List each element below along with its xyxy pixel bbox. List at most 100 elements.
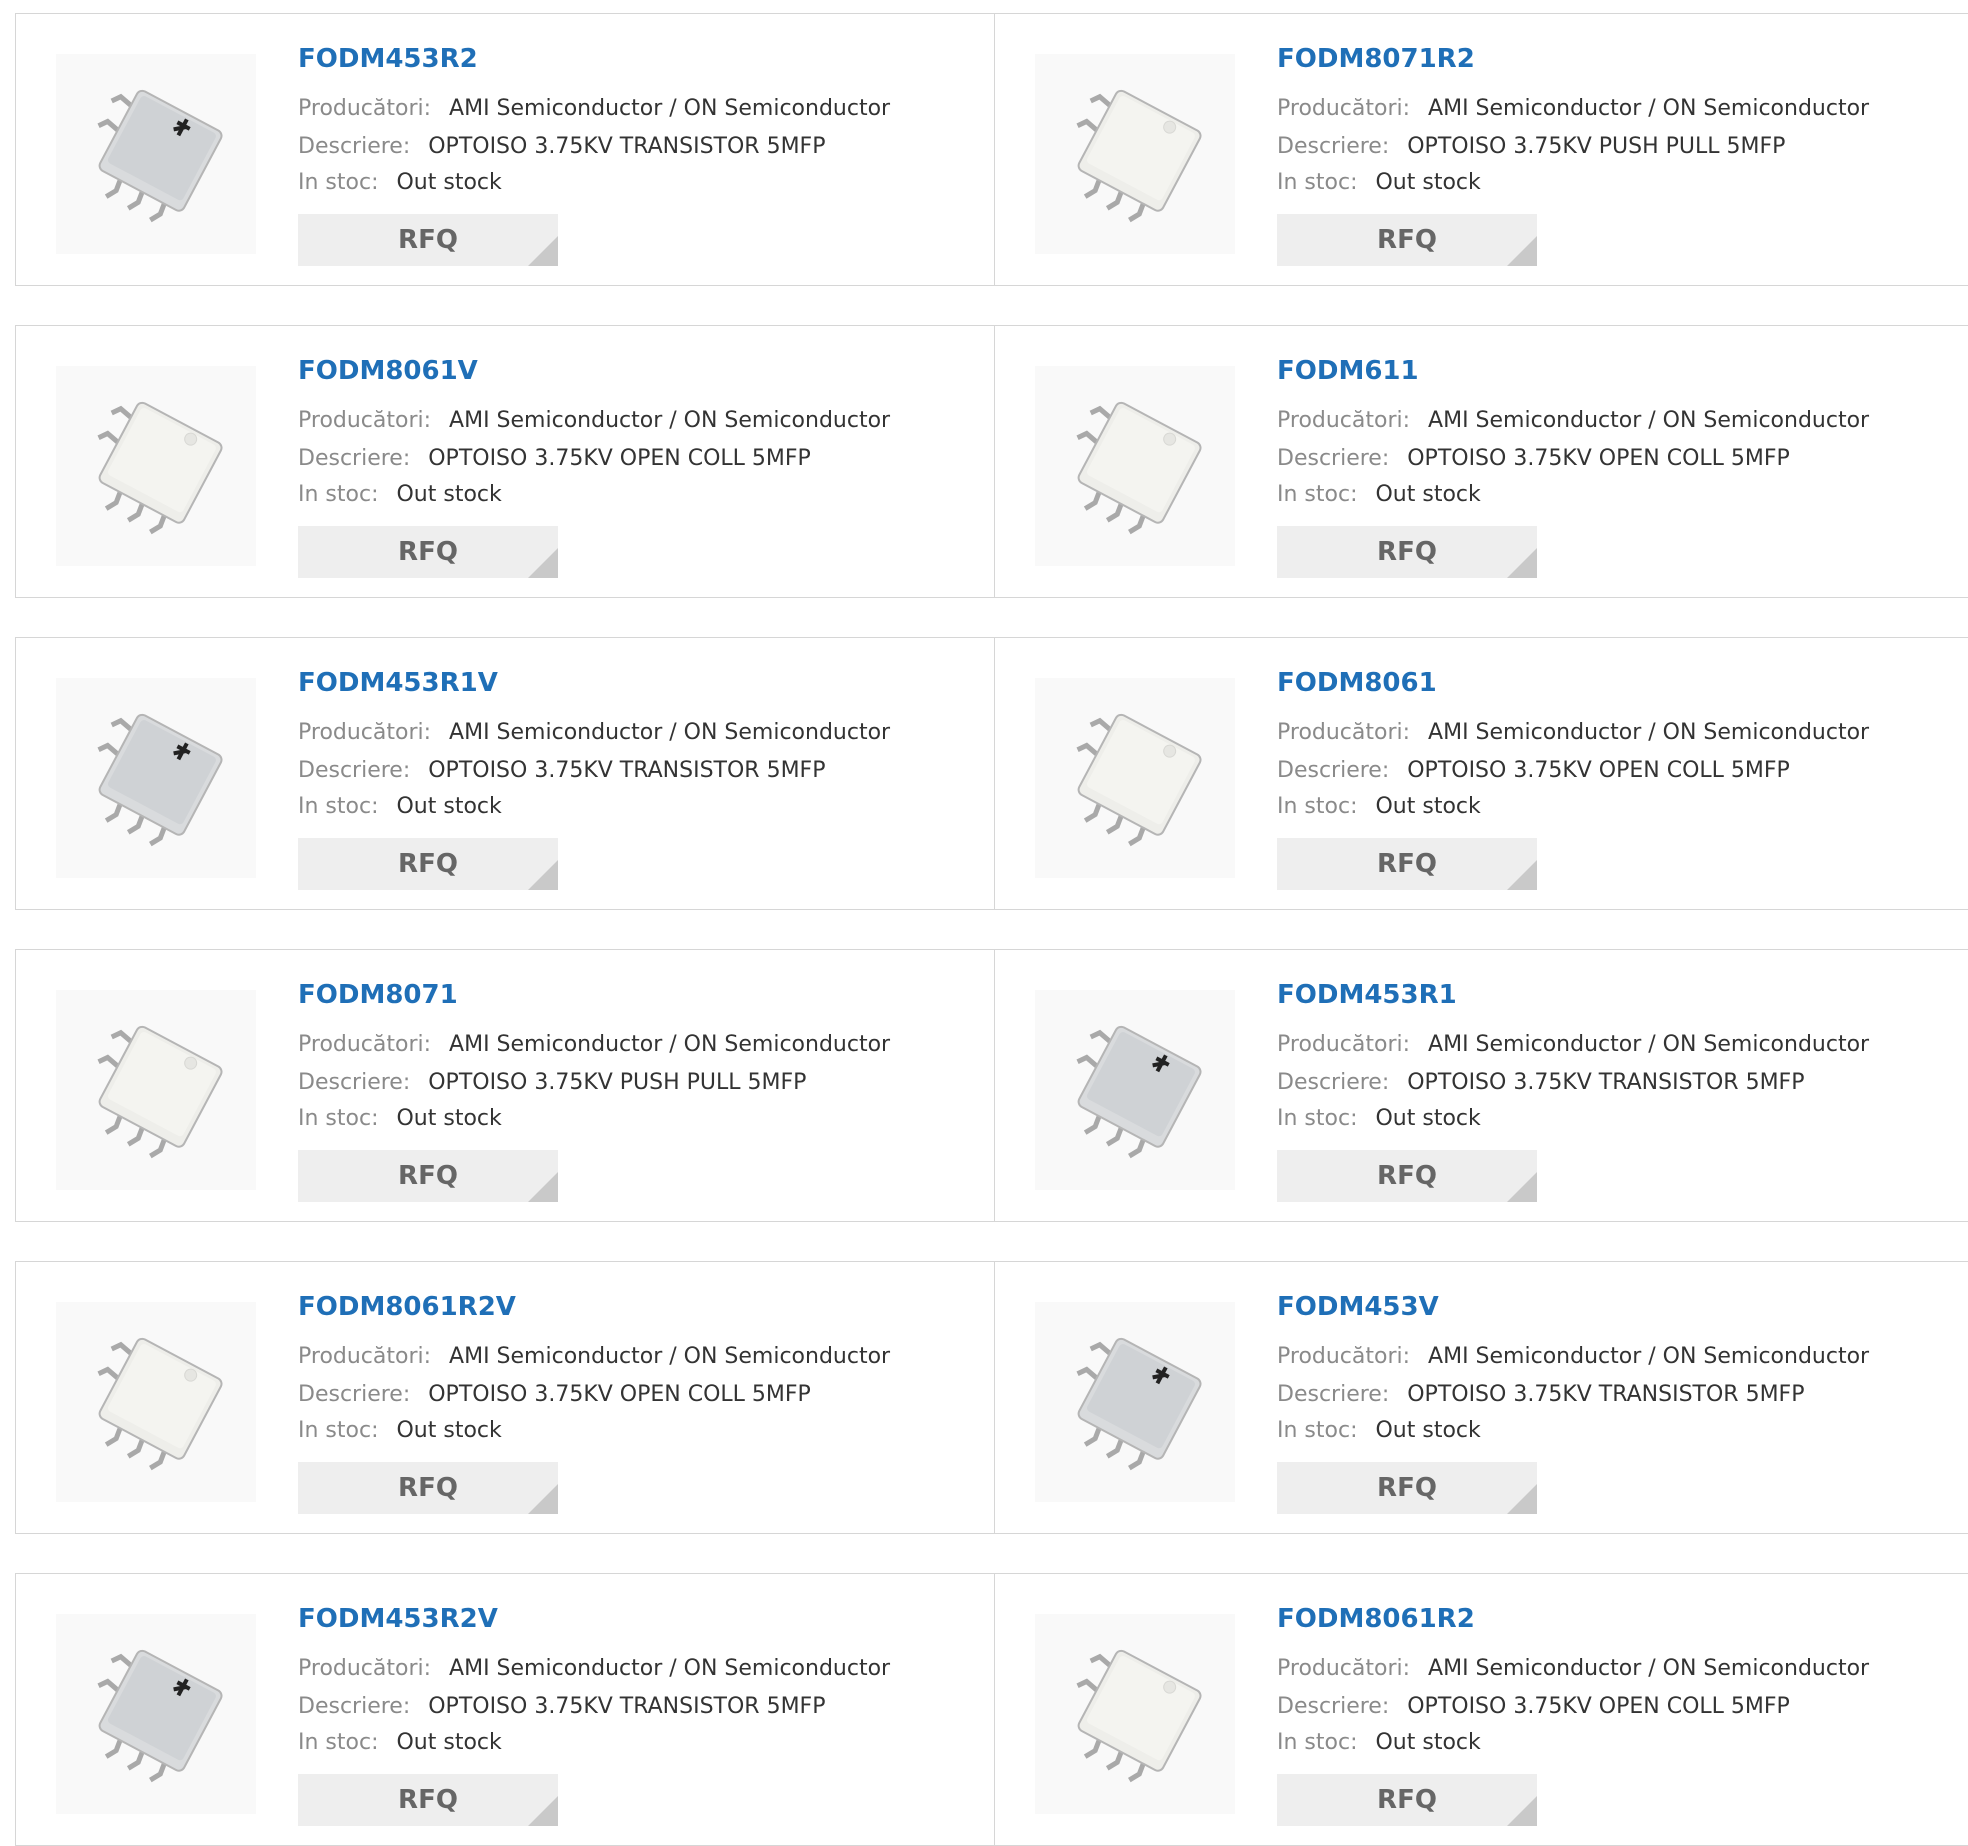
product-row: FODM453R2 Producători: AMI Semiconductor /…	[15, 13, 1968, 286]
rfq-button[interactable]: RFQ	[1277, 1774, 1537, 1826]
rfq-button[interactable]: RFQ	[298, 1150, 558, 1202]
rfq-button[interactable]: RFQ	[298, 526, 558, 578]
chip-white-icon[interactable]	[1035, 678, 1235, 878]
stock-line: In stoc: Out stock	[1277, 1418, 1481, 1443]
manufacturer-line: Producători: AMI Semiconductor / ON Semic…	[1277, 1032, 1869, 1057]
product-name-link[interactable]: FODM8061	[1277, 668, 1437, 698]
product-name-link[interactable]: FODM8071	[298, 980, 458, 1010]
rfq-button[interactable]: RFQ	[298, 214, 558, 266]
description-value: OPTOISO 3.75KV OPEN COLL 5MFP	[1407, 1694, 1790, 1719]
stock-line: In stoc: Out stock	[1277, 482, 1481, 507]
description-value: OPTOISO 3.75KV OPEN COLL 5MFP	[428, 1382, 811, 1407]
description-value: OPTOISO 3.75KV OPEN COLL 5MFP	[428, 446, 811, 471]
stock-label: In stoc:	[1277, 170, 1358, 195]
manufacturer-value: AMI Semiconductor / ON Semiconductor	[1428, 408, 1870, 433]
rfq-button-label: RFQ	[398, 1161, 458, 1191]
rfq-button[interactable]: RFQ	[298, 838, 558, 890]
description-value: OPTOISO 3.75KV PUSH PULL 5MFP	[1407, 134, 1786, 159]
chip-white-icon[interactable]	[56, 1302, 256, 1502]
description-line: Descriere: OPTOISO 3.75KV OPEN COLL 5MFP	[1277, 1694, 1790, 1719]
corner-triangle-icon	[1507, 548, 1537, 578]
manufacturer-line: Producători: AMI Semiconductor / ON Semic…	[298, 1344, 890, 1369]
product-name-link[interactable]: FODM453R1V	[298, 668, 498, 698]
product-name-link[interactable]: FODM453R1	[1277, 980, 1457, 1010]
product-row: FODM8061V Producători: AMI Semiconductor /…	[15, 325, 1968, 598]
stock-value: Out stock	[1375, 1418, 1481, 1443]
chip-white-icon[interactable]	[1035, 366, 1235, 566]
description-line: Descriere: OPTOISO 3.75KV TRANSISTOR 5MFP	[298, 134, 825, 159]
manufacturer-label: Producători:	[298, 720, 432, 745]
rfq-button[interactable]: RFQ	[298, 1462, 558, 1514]
chip-gray-logo-icon[interactable]	[56, 1614, 256, 1814]
description-line: Descriere: OPTOISO 3.75KV TRANSISTOR 5MFP	[298, 1694, 825, 1719]
stock-line: In stoc: Out stock	[1277, 794, 1481, 819]
rfq-button[interactable]: RFQ	[298, 1774, 558, 1826]
stock-line: In stoc: Out stock	[298, 1730, 502, 1755]
corner-triangle-icon	[1507, 1484, 1537, 1514]
product-name-link[interactable]: FODM453R2V	[298, 1604, 498, 1634]
chip-gray-logo-icon[interactable]	[1035, 1302, 1235, 1502]
stock-label: In stoc:	[1277, 794, 1358, 819]
rfq-button[interactable]: RFQ	[1277, 1462, 1537, 1514]
rfq-button[interactable]: RFQ	[1277, 1150, 1537, 1202]
manufacturer-value: AMI Semiconductor / ON Semiconductor	[1428, 96, 1870, 121]
product-name-link[interactable]: FODM453R2	[298, 44, 478, 74]
chip-gray-logo-icon[interactable]	[56, 54, 256, 254]
stock-label: In stoc:	[298, 1106, 379, 1131]
product-card: FODM8061R2 Producători: AMI Semiconductor …	[995, 1574, 1968, 1845]
manufacturer-value: AMI Semiconductor / ON Semiconductor	[1428, 1656, 1870, 1681]
description-label: Descriere:	[298, 134, 411, 159]
corner-triangle-icon	[528, 548, 558, 578]
stock-line: In stoc: Out stock	[298, 1106, 502, 1131]
stock-label: In stoc:	[298, 170, 379, 195]
product-name-link[interactable]: FODM611	[1277, 356, 1419, 386]
corner-triangle-icon	[528, 1484, 558, 1514]
chip-white-icon[interactable]	[56, 366, 256, 566]
description-label: Descriere:	[298, 1070, 411, 1095]
product-name-link[interactable]: FODM453V	[1277, 1292, 1439, 1322]
description-line: Descriere: OPTOISO 3.75KV TRANSISTOR 5MFP	[1277, 1070, 1804, 1095]
product-name-link[interactable]: FODM8071R2	[1277, 44, 1475, 74]
stock-value: Out stock	[396, 170, 502, 195]
rfq-button[interactable]: RFQ	[1277, 526, 1537, 578]
description-line: Descriere: OPTOISO 3.75KV TRANSISTOR 5MFP	[298, 758, 825, 783]
stock-line: In stoc: Out stock	[298, 482, 502, 507]
rfq-button-label: RFQ	[398, 849, 458, 879]
manufacturer-value: AMI Semiconductor / ON Semiconductor	[449, 1656, 891, 1681]
manufacturer-value: AMI Semiconductor / ON Semiconductor	[449, 1344, 891, 1369]
description-label: Descriere:	[1277, 446, 1390, 471]
manufacturer-label: Producători:	[298, 96, 432, 121]
manufacturer-label: Producători:	[298, 1032, 432, 1057]
corner-triangle-icon	[528, 236, 558, 266]
stock-line: In stoc: Out stock	[1277, 170, 1481, 195]
description-label: Descriere:	[1277, 134, 1390, 159]
chip-gray-logo-icon[interactable]	[56, 678, 256, 878]
manufacturer-line: Producători: AMI Semiconductor / ON Semic…	[1277, 1656, 1869, 1681]
product-name-link[interactable]: FODM8061V	[298, 356, 478, 386]
rfq-button[interactable]: RFQ	[1277, 838, 1537, 890]
chip-gray-logo-icon[interactable]	[1035, 990, 1235, 1190]
manufacturer-value: AMI Semiconductor / ON Semiconductor	[1428, 1032, 1870, 1057]
manufacturer-line: Producători: AMI Semiconductor / ON Semic…	[298, 1032, 890, 1057]
stock-label: In stoc:	[1277, 1106, 1358, 1131]
description-value: OPTOISO 3.75KV TRANSISTOR 5MFP	[428, 134, 826, 159]
rfq-button-label: RFQ	[398, 225, 458, 255]
chip-white-icon[interactable]	[1035, 54, 1235, 254]
manufacturer-line: Producători: AMI Semiconductor / ON Semic…	[1277, 720, 1869, 745]
rfq-button-label: RFQ	[1377, 225, 1437, 255]
manufacturer-value: AMI Semiconductor / ON Semiconductor	[1428, 720, 1870, 745]
rfq-button-label: RFQ	[1377, 849, 1437, 879]
manufacturer-label: Producători:	[1277, 408, 1411, 433]
stock-value: Out stock	[396, 794, 502, 819]
manufacturer-label: Producători:	[1277, 1032, 1411, 1057]
chip-white-icon[interactable]	[1035, 1614, 1235, 1814]
description-value: OPTOISO 3.75KV PUSH PULL 5MFP	[428, 1070, 807, 1095]
description-label: Descriere:	[298, 446, 411, 471]
product-name-link[interactable]: FODM8061R2	[1277, 1604, 1475, 1634]
product-name-link[interactable]: FODM8061R2V	[298, 1292, 516, 1322]
manufacturer-value: AMI Semiconductor / ON Semiconductor	[449, 720, 891, 745]
description-value: OPTOISO 3.75KV TRANSISTOR 5MFP	[428, 1694, 826, 1719]
rfq-button[interactable]: RFQ	[1277, 214, 1537, 266]
description-value: OPTOISO 3.75KV TRANSISTOR 5MFP	[1407, 1070, 1805, 1095]
chip-white-icon[interactable]	[56, 990, 256, 1190]
